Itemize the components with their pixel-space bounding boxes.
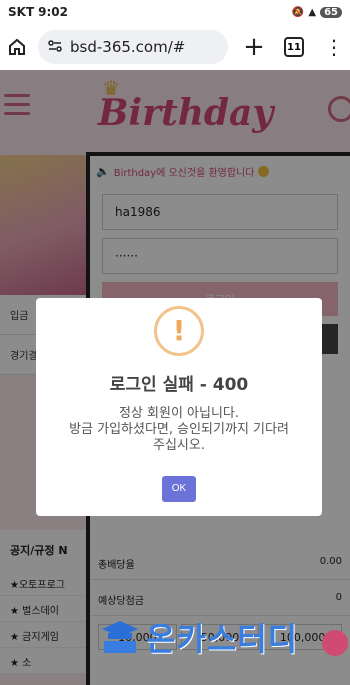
signal-icon: ▲ <box>308 6 317 18</box>
address-bar[interactable]: bsd-365.com/# <box>38 30 228 64</box>
ok-button[interactable]: OK <box>162 476 196 502</box>
dialog-message-line: 방금 가입하셨다면, 승인되기까지 기다려 <box>69 422 289 437</box>
watermark: 온카스터디 <box>100 612 350 662</box>
mute-icon: 🔕 <box>291 6 305 18</box>
clock: 9:02 <box>38 5 68 19</box>
home-icon[interactable] <box>6 36 28 58</box>
watermark-text: 온카스터디 <box>146 620 299 658</box>
browser-toolbar: bsd-365.com/# + 11 ⋮ <box>0 24 350 70</box>
tab-switcher-button[interactable]: 11 <box>284 37 304 57</box>
warning-icon: ! <box>154 306 204 356</box>
chat-icon[interactable] <box>322 630 348 656</box>
carrier-label: SKT <box>8 5 35 19</box>
dialog-message: 정상 회원이 아닙니다. 방금 가입하셨다면, 승인되기까지 기다려 주십시오. <box>50 406 308 454</box>
more-options-icon[interactable]: ⋮ <box>324 37 344 57</box>
battery-icon: 65 <box>320 6 342 18</box>
url-text: bsd-365.com/# <box>70 38 186 56</box>
graduation-cap-icon <box>100 617 140 657</box>
dialog-message-line: 정상 회원이 아닙니다. <box>118 406 240 421</box>
dialog-message-line: 주십시오. <box>153 438 205 453</box>
site-settings-icon[interactable] <box>48 38 62 56</box>
alert-dialog: ! 로그인 실패 - 400 정상 회원이 아닙니다. 방금 가입하셨다면, 승… <box>36 298 322 516</box>
status-icons: 🔕 ▲ 65 <box>291 6 342 18</box>
dialog-title: 로그인 실패 - 400 <box>109 375 249 395</box>
new-tab-icon[interactable]: + <box>242 34 266 60</box>
status-bar: SKT 9:02 🔕 ▲ 65 <box>0 0 350 24</box>
